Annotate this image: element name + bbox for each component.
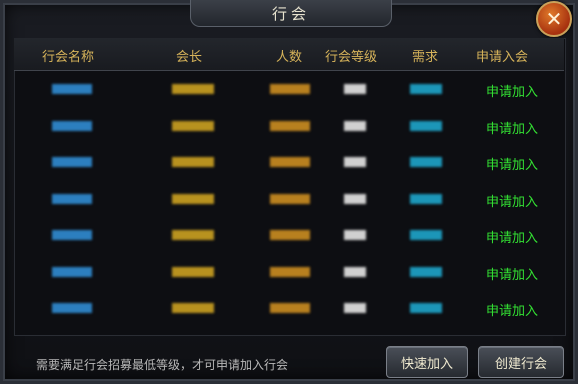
table-row[interactable]: 申请加入: [14, 218, 564, 254]
guild-level-cell: [344, 303, 366, 313]
header-guild-level: 行会等级: [325, 50, 378, 65]
guild-name-cell: [52, 120, 92, 131]
table-row[interactable]: 申请加入: [14, 145, 564, 181]
guild-level-cell: [344, 230, 366, 240]
table-header: 行会名称 会长 人数 行会等级 需求 申请入会: [14, 38, 564, 71]
requirement-cell: [410, 266, 442, 277]
guild-name-cell: [52, 266, 92, 277]
requirement-cell: [410, 230, 442, 240]
guild-level-cell: [344, 120, 366, 131]
leader-cell: [172, 266, 214, 277]
requirement-cell: [410, 157, 442, 167]
leader-cell: [172, 157, 214, 167]
create-guild-button[interactable]: 创建行会: [478, 346, 564, 378]
table-row[interactable]: 申请加入: [14, 182, 564, 218]
table-row[interactable]: 申请加入: [14, 72, 564, 108]
quick-join-button[interactable]: 快速加入: [386, 346, 468, 378]
apply-join-button[interactable]: 申请加入: [486, 264, 538, 283]
requirement-cell: [410, 84, 442, 94]
window-title: 行会: [271, 4, 310, 23]
apply-join-button[interactable]: 申请加入: [486, 300, 538, 319]
apply-join-button[interactable]: 申请加入: [486, 81, 538, 100]
footer-note: 需要满足行会招募最低等级，才可申请加入行会: [36, 358, 289, 372]
leader-cell: [172, 193, 214, 204]
leader-cell: [172, 120, 214, 131]
requirement-cell: [410, 193, 442, 204]
header-members: 人数: [276, 50, 303, 65]
guild-level-cell: [344, 157, 366, 167]
guild-name-cell: [52, 193, 92, 204]
leader-cell: [172, 303, 214, 313]
guild-name-cell: [52, 303, 92, 313]
apply-join-button[interactable]: 申请加入: [486, 191, 538, 210]
member-count-cell: [270, 84, 310, 94]
guild-level-cell: [344, 193, 366, 204]
member-count-cell: [270, 303, 310, 313]
header-guild-name: 行会名称: [42, 50, 95, 65]
member-count-cell: [270, 120, 310, 131]
header-leader: 会长: [176, 50, 203, 65]
close-icon: ✕: [545, 7, 563, 31]
leader-cell: [172, 84, 214, 94]
table-row[interactable]: 申请加入: [14, 109, 564, 145]
header-apply: 申请入会: [476, 50, 529, 65]
guild-name-cell: [52, 230, 92, 240]
apply-join-button[interactable]: 申请加入: [486, 118, 538, 137]
close-button[interactable]: ✕: [536, 1, 572, 37]
guild-name-cell: [52, 84, 92, 94]
member-count-cell: [270, 157, 310, 167]
title-bar: 行会: [190, 0, 392, 27]
guild-level-cell: [344, 266, 366, 277]
apply-join-button[interactable]: 申请加入: [486, 154, 538, 173]
apply-join-button[interactable]: 申请加入: [486, 227, 538, 246]
leader-cell: [172, 230, 214, 240]
guild-name-cell: [52, 157, 92, 167]
table-row[interactable]: 申请加入: [14, 255, 564, 291]
member-count-cell: [270, 266, 310, 277]
guild-level-cell: [344, 84, 366, 94]
table-row[interactable]: 申请加入: [14, 291, 564, 327]
member-count-cell: [270, 193, 310, 204]
requirement-cell: [410, 303, 442, 313]
member-count-cell: [270, 230, 310, 240]
requirement-cell: [410, 120, 442, 131]
header-requirement: 需求: [412, 50, 439, 65]
